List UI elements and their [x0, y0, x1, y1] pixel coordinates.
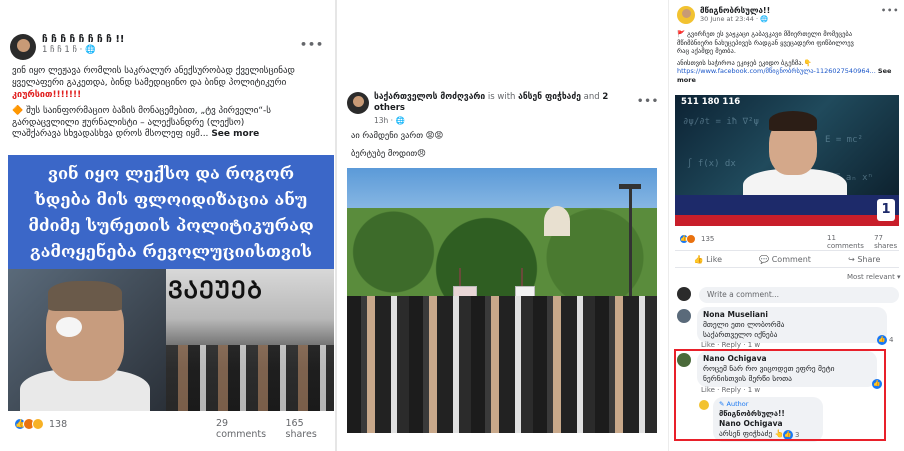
post2-avatar[interactable]	[347, 92, 369, 114]
commenter-avatar[interactable]	[677, 309, 691, 323]
banner-line: გამოყენება რევოლუციისთვის	[29, 242, 313, 261]
tv-chyron	[675, 195, 899, 215]
screenshot-collage: ჩ ჩ ჩ ჩ ჩ ჩ ჩ ჩ !! 1 ჩ ჩ 1 ჩ · 🌐 ••• ვინ…	[0, 0, 904, 451]
post1-text-line: გარდაცვლილი ჟურნალისტი – ალექსანდრე (ლექ…	[12, 117, 245, 128]
post-card-2: საქართველოს მოძღვარი is with ანსენ ფიჭხა…	[339, 0, 665, 451]
post3-text-line: რაც აქამდე მეთბა.	[677, 47, 736, 56]
post3-shares-link[interactable]: 77 shares	[874, 234, 904, 250]
post1-reactions[interactable]: 👍 138	[14, 418, 67, 430]
post3-reactions[interactable]: 👍 135	[679, 234, 714, 244]
post3-facebook-link[interactable]: https://www.facebook.com/მწიგნობრსულა-11…	[677, 67, 876, 75]
post1-more-icon[interactable]: •••	[300, 38, 324, 51]
post1-header: ჩ ჩ ჩ ჩ ჩ ჩ ჩ ჩ !! 1 ჩ ჩ 1 ჩ · 🌐	[10, 34, 124, 60]
post1-comments-link[interactable]: 29 comments	[216, 418, 278, 440]
post-card-1: ჩ ჩ ჩ ჩ ჩ ჩ ჩ ჩ !! 1 ჩ ჩ 1 ჩ · 🌐 ••• ვინ…	[0, 0, 337, 451]
comment-input[interactable]: Write a comment...	[699, 287, 899, 303]
post3-counts: 11 comments 77 shares	[827, 234, 904, 250]
post2-more-icon[interactable]: •••	[637, 96, 659, 107]
sad-reaction-icon	[32, 418, 44, 430]
post2-header: საქართველოს მოძღვარი is with ანსენ ფიჭხა…	[347, 92, 639, 125]
eyepatch-shape	[56, 317, 82, 337]
post3-more-icon[interactable]: •••	[881, 6, 899, 15]
share-arrow-icon: ↪	[848, 254, 855, 264]
banner-line: ვინ იყო ლექსო და როგორ	[47, 164, 295, 183]
post3-text: 🚩 გვირჩეთ ეს ვაჟკაცი გაბავკავი მშიერთელი…	[677, 30, 901, 84]
post2-text: აი რამდენი ვართ 😡😡 ბერტუბე მოდით😠	[351, 131, 443, 160]
banner-line: მძიმე სურეთის პოლიტიკურად	[28, 216, 314, 235]
post2-with-text: is with	[487, 92, 516, 102]
post3-reaction-count: 135	[701, 235, 715, 243]
post3-avatar[interactable]	[677, 6, 695, 24]
post3-author[interactable]: მწიგნობრსულა!!	[700, 6, 770, 15]
post3-video[interactable]: ∂ψ/∂t = iħ ∇²ψ E = mc² ∫ f(x) dx Σ aₙ xⁿ…	[675, 95, 899, 226]
share-button[interactable]: ↪ Share	[848, 255, 880, 264]
post1-counts: 29 comments 165 shares	[216, 418, 335, 440]
post3-action-bar: 👍 Like 💬 Comment ↪ Share	[675, 250, 899, 268]
current-user-avatar	[677, 287, 691, 301]
thumbs-up-icon: 👍	[693, 254, 704, 264]
post1-avatar[interactable]	[10, 34, 36, 60]
church-dome-shape	[544, 206, 570, 236]
post1-text-line: კიურსით!!!!!!!	[12, 89, 82, 100]
comment-like-badge: 👍	[877, 335, 887, 345]
comment-button[interactable]: 💬 Comment	[759, 255, 811, 264]
post3-text-line: მწიმბნიერი ნახუცეპივეს რადგან ყვეცადერი …	[677, 38, 854, 47]
post1-text-line: ლაშქარავა სხვადასხვა დროს მსოლეფ იყმ...	[12, 129, 209, 140]
post2-and-text: and	[583, 92, 600, 102]
post1-photo[interactable]: ᲕᲐᲔᲣᲔᲑ	[8, 269, 334, 411]
commenter-name[interactable]: Nona Museliani	[703, 310, 881, 320]
angry-reaction-icon	[686, 234, 696, 244]
comment-like-count: 4	[889, 336, 894, 344]
post2-text-line: აი რამდენი ვართ 😡😡	[351, 131, 444, 141]
post1-author[interactable]: ჩ ჩ ჩ ჩ ჩ ჩ ჩ ჩ !!	[42, 34, 124, 45]
banner-line: ხდება მის ფლოიდიზაცია ანუ	[34, 190, 308, 209]
portrait-photo	[8, 269, 166, 411]
post1-see-more-link[interactable]: See more	[211, 129, 259, 139]
post3-text-line: 🚩 გვირჩეთ ეს ვაჟკაცი გაბავკავი მშიერთელი…	[677, 30, 853, 38]
like-button[interactable]: 👍 Like	[694, 255, 722, 264]
protest-photo: ᲕᲐᲔᲣᲔᲑ	[166, 269, 334, 411]
post1-text-line: ყველაფერი გაკეთდა, ბინდ სამედიცინო და ბი…	[12, 77, 287, 88]
comment-text: საქართველო იქნება	[703, 330, 778, 340]
post2-text-line: ბერტუბე მოდით😠	[351, 149, 427, 160]
post2-author[interactable]: საქართველოს მოძღვარი	[374, 92, 485, 102]
post1-text-line: ვინ იყო ლეჟავა რომლის საკრალურ ანექსურობ…	[12, 66, 295, 76]
post3-comments-link[interactable]: 11 comments	[827, 234, 869, 250]
speech-bubble-icon: 💬	[759, 254, 770, 264]
post1-text: ვინ იყო ლეჟავა რომლის საკრალურ ანექსურობ…	[12, 66, 334, 141]
post2-tagged-user[interactable]: ანსენ ფიჭხაძე	[518, 92, 581, 102]
tv-phone-number: 511 180 116	[681, 97, 741, 107]
comment-label: Comment	[771, 254, 811, 264]
like-label: Like	[706, 254, 723, 264]
wall-lettering: ᲕᲐᲔᲣᲔᲑ	[168, 275, 264, 304]
street-lamp-shape	[629, 186, 632, 306]
highlight-box	[674, 349, 886, 441]
post2-crowd-photo[interactable]	[347, 168, 657, 433]
post1-title-banner: ვინ იყო ლექსო და როგორ ხდება მის ფლოიდიზ…	[8, 155, 334, 269]
comment-sort-dropdown[interactable]: Most relevant ▾	[847, 273, 901, 281]
tv-ticker	[675, 215, 899, 226]
post3-time: 30 June at 23:44 · 🌐	[700, 15, 769, 23]
post1-text-line: 🔶 შუს საინფორმაციო ბაზის მონაცემებით, „ტ…	[12, 105, 271, 116]
tv-channel-logo: 1	[877, 199, 895, 221]
post1-meta: 1 ჩ ჩ 1 ჩ · 🌐	[42, 45, 96, 55]
comment-bubble: Nona Museliani მთელი ეთი ლობორმა საქართვ…	[697, 307, 887, 344]
post3-header: მწიგნობრსულა!! 30 June at 23:44 · 🌐	[677, 6, 770, 24]
crowd-shape	[347, 296, 657, 433]
share-label: Share	[857, 254, 881, 264]
post1-shares-link[interactable]: 165 shares	[286, 418, 335, 440]
post1-reaction-count: 138	[49, 418, 68, 430]
post2-time: 13h · 🌐	[374, 116, 405, 126]
comment-actions[interactable]: Like · Reply · 1 w	[701, 341, 760, 349]
comment-text: მთელი ეთი ლობორმა	[703, 320, 785, 330]
